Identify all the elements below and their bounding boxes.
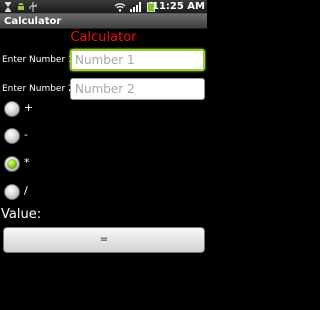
radio-button[interactable]	[4, 128, 20, 144]
radio-label-add: +	[24, 101, 34, 114]
title-bar: Calculator	[0, 14, 207, 29]
radio-divide[interactable]: /	[4, 184, 44, 204]
equals-button[interactable]: =	[3, 227, 205, 253]
usb-icon	[29, 2, 37, 12]
radio-subtract[interactable]: -	[4, 128, 44, 148]
number1-field[interactable]: Number 1	[70, 49, 205, 71]
clock: 11:25 AM	[151, 1, 205, 12]
radio-add[interactable]: +	[4, 101, 44, 121]
hourglass-icon	[5, 2, 11, 12]
radio-label-subtract: -	[24, 128, 28, 141]
radio-multiply[interactable]: *	[4, 156, 44, 176]
radio-button[interactable]	[4, 184, 20, 200]
status-bar: 11:25 AM	[0, 0, 207, 14]
cell-signal-icon	[130, 2, 141, 12]
radio-label-divide: /	[24, 184, 28, 197]
wifi-icon	[114, 3, 126, 12]
app-title: Calculator	[4, 16, 62, 27]
number2-label: Enter Number 2:	[2, 84, 77, 94]
radio-label-multiply: *	[24, 156, 30, 169]
radio-button[interactable]	[4, 101, 20, 117]
android-robot-icon	[18, 3, 24, 10]
number2-field[interactable]: Number 2	[70, 78, 205, 100]
radio-button-checked[interactable]	[4, 156, 20, 172]
page-title: Calculator	[70, 30, 137, 45]
value-label: Value:	[1, 207, 42, 222]
number1-label: Enter Number 1:	[2, 55, 77, 65]
